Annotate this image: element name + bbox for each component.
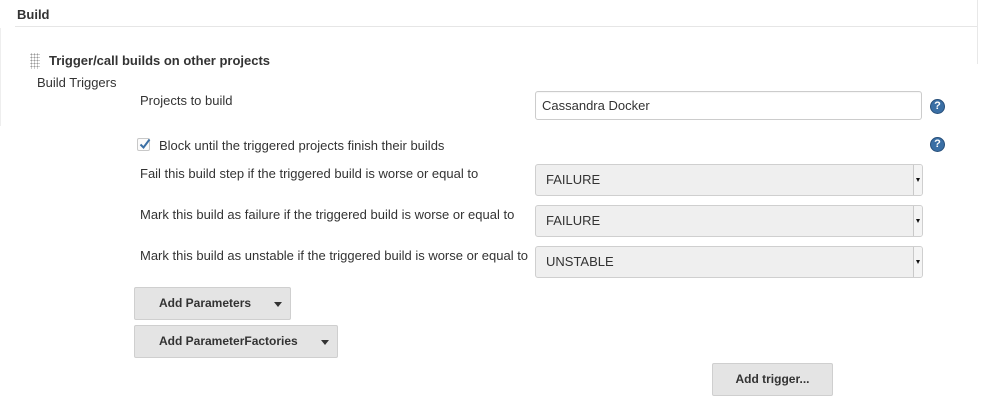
help-icon[interactable]: ? — [930, 137, 945, 152]
fail-step-threshold-value: FAILURE — [546, 172, 601, 187]
mark-unstable-threshold-label: Mark this build as unstable if the trigg… — [140, 248, 529, 263]
add-parameter-factories-label: Add ParameterFactories — [159, 334, 298, 348]
block-until-finish-label: Block until the triggered projects finis… — [159, 138, 445, 153]
fail-step-threshold-select[interactable]: FAILURE — [535, 164, 923, 196]
projects-to-build-label: Projects to build — [140, 93, 233, 108]
section-divider — [15, 26, 977, 27]
add-trigger-button[interactable]: Add trigger... — [712, 363, 833, 396]
section-title: Build — [17, 7, 50, 22]
help-icon[interactable]: ? — [930, 99, 945, 114]
build-step-subtitle: Build Triggers — [37, 75, 117, 90]
chevron-down-icon — [274, 302, 282, 307]
chevron-down-icon — [913, 247, 922, 277]
mark-unstable-threshold-value: UNSTABLE — [546, 254, 614, 269]
mark-failure-threshold-select[interactable]: FAILURE — [535, 205, 923, 237]
mark-unstable-threshold-select[interactable]: UNSTABLE — [535, 246, 923, 278]
block-until-finish-checkbox[interactable] — [137, 138, 151, 151]
check-icon — [139, 138, 151, 150]
add-parameters-label: Add Parameters — [159, 296, 252, 310]
chevron-down-icon — [321, 340, 329, 345]
projects-to-build-input[interactable] — [535, 91, 922, 120]
add-parameters-button[interactable]: Add Parameters — [134, 287, 291, 320]
mark-failure-threshold-label: Mark this build as failure if the trigge… — [140, 207, 515, 222]
section-left-border — [0, 28, 1, 126]
fail-step-threshold-label: Fail this build step if the triggered bu… — [140, 166, 479, 181]
build-step-title: Trigger/call builds on other projects — [49, 53, 271, 68]
mark-failure-threshold-value: FAILURE — [546, 213, 601, 228]
chevron-down-icon — [913, 165, 922, 195]
add-parameter-factories-button[interactable]: Add ParameterFactories — [134, 325, 338, 358]
chevron-down-icon — [913, 206, 922, 236]
section-right-border — [977, 0, 978, 64]
drag-handle-icon[interactable] — [30, 53, 40, 69]
